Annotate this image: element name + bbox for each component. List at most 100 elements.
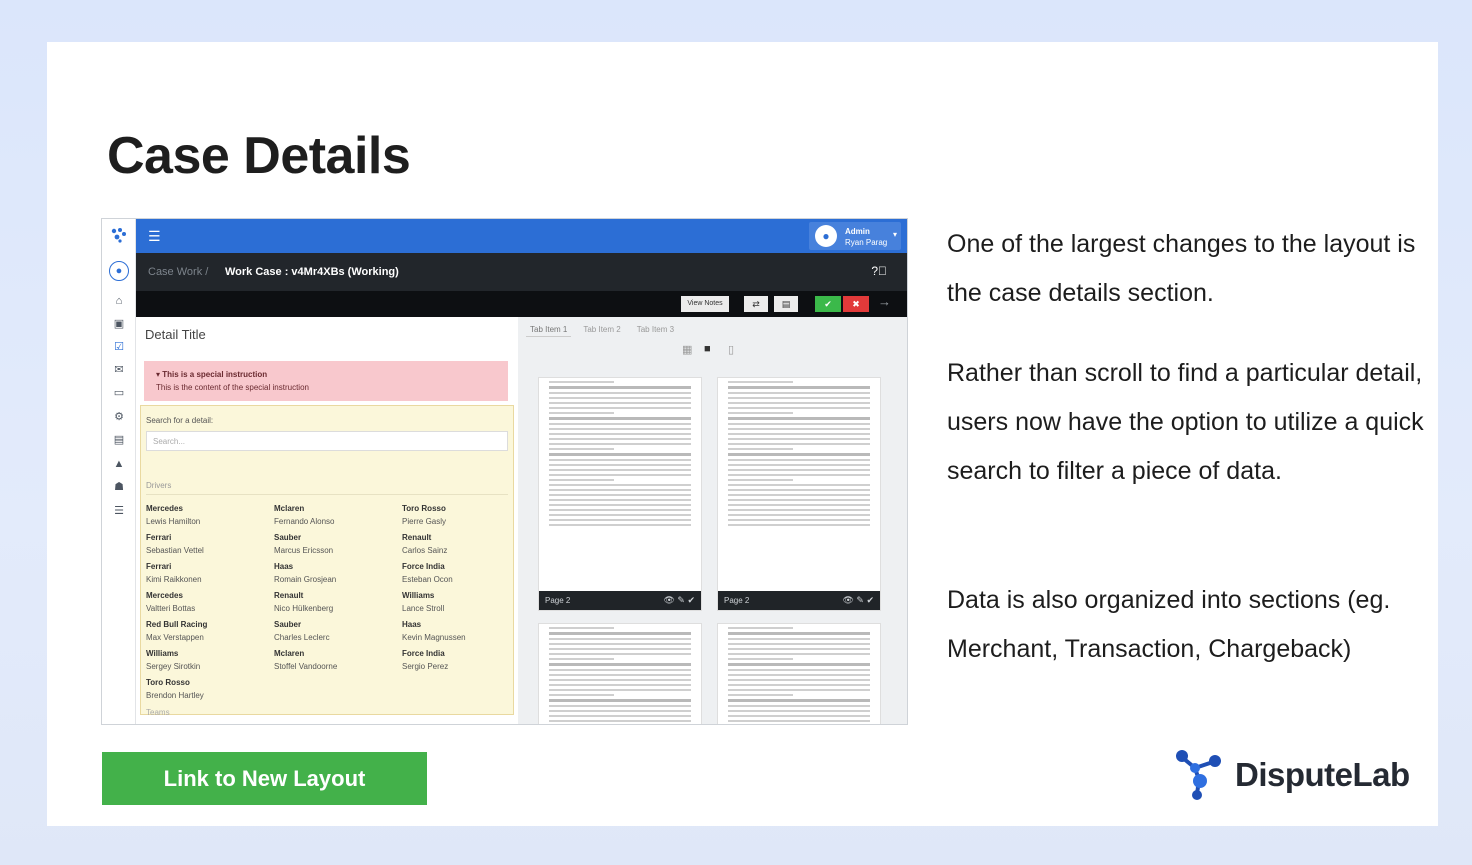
team-name: Toro Rosso	[146, 678, 190, 687]
text-line	[549, 392, 691, 394]
disputelab-logo-icon	[1176, 750, 1221, 800]
file-icon[interactable]: ▤	[111, 432, 127, 448]
breadcrumb-parent[interactable]: Case Work /	[148, 266, 208, 278]
special-instruction-heading[interactable]: ▾ This is a special instruction	[156, 370, 267, 379]
text-line	[728, 453, 870, 456]
action-bar: View Notes ⇄ ▤ ✔ ✖ →	[136, 291, 907, 317]
home-icon[interactable]: ⌂	[111, 293, 127, 309]
text-line	[549, 684, 691, 686]
driver-entry: Mercedes Lewis Hamilton	[146, 502, 274, 531]
text-line	[728, 494, 870, 496]
warning-icon[interactable]: ▲	[111, 456, 127, 472]
mail-icon[interactable]: ✉	[111, 362, 127, 378]
reject-button[interactable]: ✖	[843, 296, 869, 312]
view-notes-button[interactable]: View Notes	[681, 296, 729, 312]
logo-icon[interactable]	[111, 227, 127, 243]
text-line	[728, 705, 870, 707]
text-line	[728, 674, 870, 676]
text-line	[549, 509, 691, 511]
document-page[interactable]: Page 2 👁 ✎ ✔	[538, 377, 702, 611]
text-line	[549, 494, 691, 496]
driver-name: Kimi Raikkonen	[146, 575, 202, 584]
list-icon[interactable]: ☰	[111, 503, 127, 519]
text-line	[549, 710, 691, 712]
section-label-teams: Teams	[146, 708, 170, 717]
tab-item-2[interactable]: Tab Item 2	[579, 323, 624, 337]
text-line	[728, 648, 870, 650]
document-button[interactable]: ▤	[774, 296, 798, 312]
text-line	[549, 412, 614, 414]
text-line	[728, 658, 793, 660]
text-line	[549, 397, 691, 399]
driver-name: Pierre Gasly	[402, 517, 447, 526]
text-line	[549, 443, 691, 445]
approve-button[interactable]: ✔	[815, 296, 841, 312]
tab-item-1[interactable]: Tab Item 1	[526, 323, 572, 337]
team-name: Haas	[274, 562, 294, 571]
link-to-new-layout-button[interactable]: Link to New Layout	[102, 752, 427, 805]
arrow-right-icon[interactable]: →	[878, 294, 891, 309]
text-line	[549, 514, 691, 516]
team-name: Mercedes	[146, 591, 183, 600]
team-name: Toro Rosso	[402, 504, 446, 513]
driver-name: Fernando Alonso	[274, 517, 335, 526]
special-instruction[interactable]: ▾ This is a special instruction This is …	[144, 361, 508, 401]
text-line	[549, 679, 691, 681]
text-line	[549, 674, 691, 676]
card-icon[interactable]: ▭	[111, 385, 127, 401]
menu-icon[interactable]: ☰	[148, 228, 161, 245]
text-line	[728, 653, 870, 655]
text-line	[549, 402, 691, 404]
users-icon[interactable]: ☗	[111, 479, 127, 495]
document-page[interactable]	[717, 623, 881, 724]
text-line	[728, 392, 870, 394]
text-line	[549, 386, 691, 389]
grid-large-icon[interactable]: ■	[704, 343, 711, 355]
text-line	[728, 720, 870, 722]
user-icon[interactable]: ●	[109, 261, 129, 281]
tab-item-3[interactable]: Tab Item 3	[633, 323, 678, 337]
search-input[interactable]: Search...	[146, 431, 508, 451]
top-bar: ☰ ● Admin Ryan Parag ▾	[136, 219, 907, 253]
team-name: Mclaren	[274, 649, 305, 658]
page-footer: Page 2 👁 ✎ ✔	[718, 591, 880, 610]
grid-small-icon[interactable]: ▦	[682, 343, 692, 356]
single-page-icon[interactable]: ▯	[728, 343, 734, 356]
text-line	[549, 504, 691, 506]
driver-entry: Williams Sergey Sirotkin	[146, 647, 274, 676]
user-menu[interactable]: ● Admin Ryan Parag ▾	[809, 222, 901, 250]
gear-icon[interactable]: ⚙	[111, 409, 127, 425]
driver-entry: Haas Kevin Magnussen	[402, 618, 516, 647]
document-page[interactable]	[538, 623, 702, 724]
help-icon[interactable]: ?⃝	[871, 264, 887, 278]
text-line	[728, 417, 870, 420]
briefcase-icon[interactable]: ▣	[111, 316, 127, 332]
page-actions-icons[interactable]: 👁 ✎ ✔	[663, 595, 695, 606]
check-square-icon[interactable]: ☑	[111, 339, 127, 355]
driver-name: Valtteri Bottas	[146, 604, 196, 613]
text-line	[728, 479, 793, 481]
text-line	[728, 669, 870, 671]
breadcrumb-current: Work Case : v4Mr4XBs (Working)	[225, 266, 399, 278]
text-line	[728, 474, 870, 476]
text-line	[549, 381, 614, 383]
detail-title: Detail Title	[145, 327, 206, 342]
page-actions-icons[interactable]: 👁 ✎ ✔	[842, 595, 874, 606]
driver-name: Nico Hülkenberg	[274, 604, 334, 613]
text-line	[549, 694, 614, 696]
detail-panel: Detail Title ▾ This is a special instruc…	[136, 317, 518, 724]
text-line	[728, 381, 793, 383]
user-role: Admin	[845, 227, 870, 236]
doc-tabs: Tab Item 1 Tab Item 2 Tab Item 3	[526, 323, 678, 337]
text-line	[728, 386, 870, 389]
team-name: Ferrari	[146, 533, 172, 542]
document-page[interactable]: Page 2 👁 ✎ ✔	[717, 377, 881, 611]
documents-panel: Tab Item 1 Tab Item 2 Tab Item 3 ▦ ■ ▯ P…	[518, 317, 907, 724]
page-content	[718, 627, 880, 724]
swap-button[interactable]: ⇄	[744, 296, 768, 312]
text-line	[728, 448, 793, 450]
special-instruction-body: This is the content of the special instr…	[156, 383, 309, 392]
team-name: Williams	[146, 649, 179, 658]
text-line	[549, 689, 691, 691]
page-label: Page 2	[724, 596, 750, 605]
